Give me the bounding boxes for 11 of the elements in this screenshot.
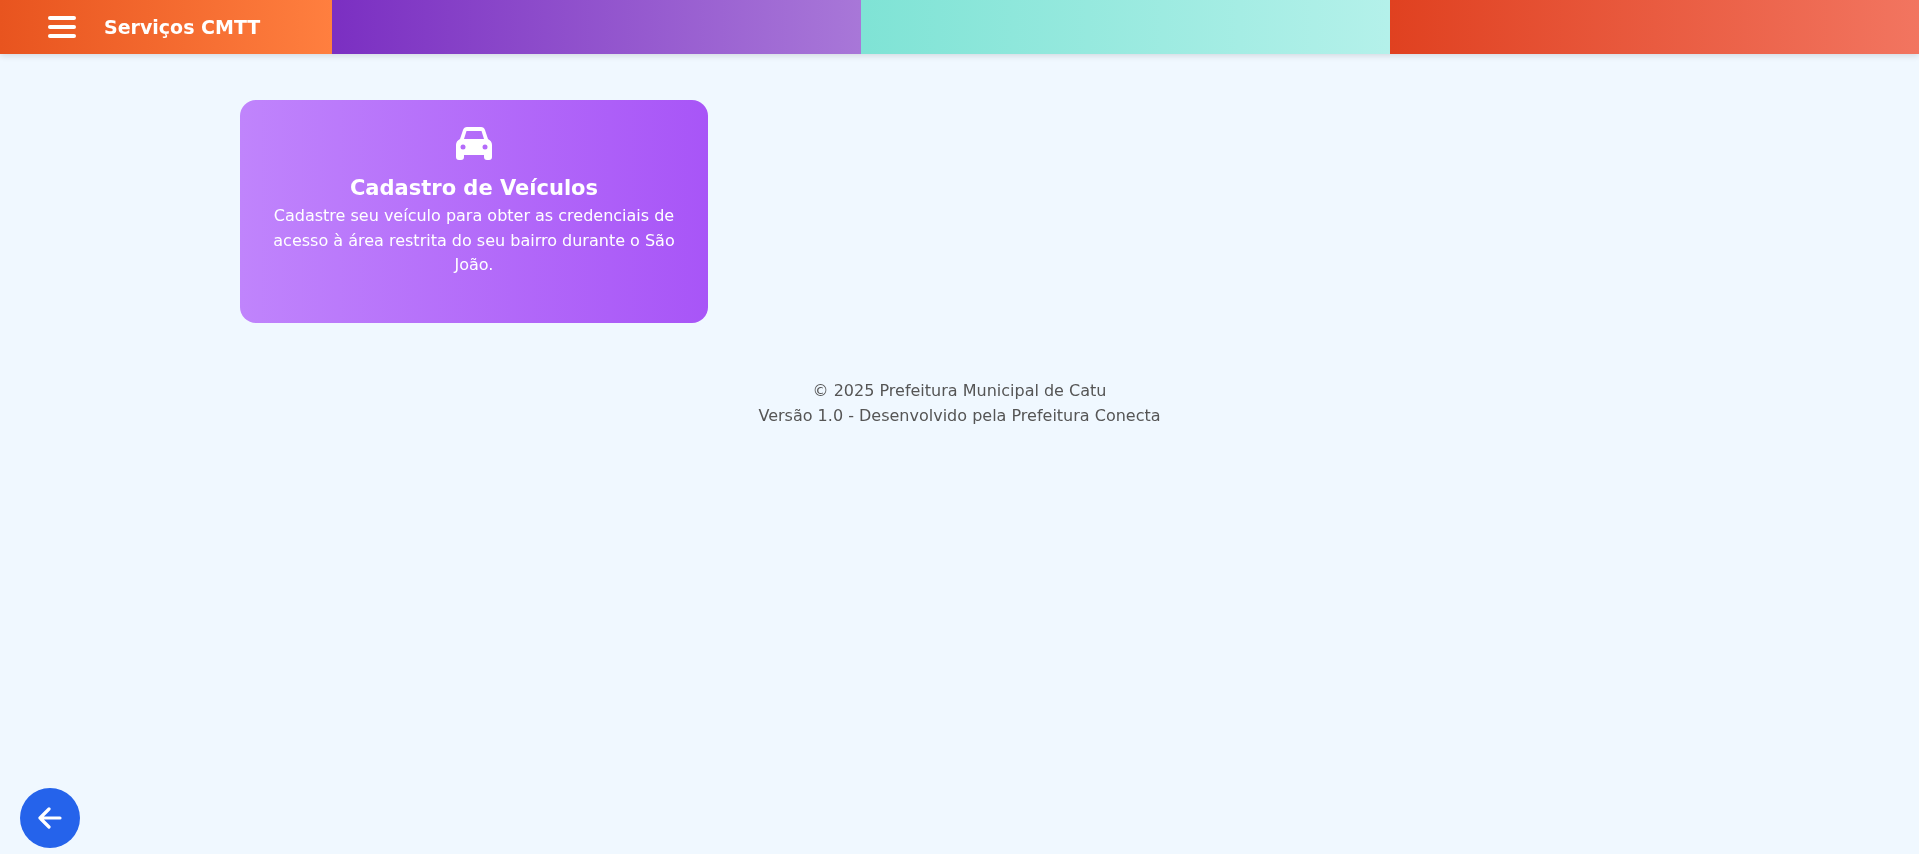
menu-icon <box>48 15 76 39</box>
card-title: Cadastro de Veículos <box>349 176 599 200</box>
car-icon <box>454 126 494 162</box>
back-button[interactable] <box>20 788 80 848</box>
service-card[interactable]: Cadastro de Veículos Cadastre seu veículo para obter as credenciais de acesso à área restrita do seu bairro durante o São João. <box>240 100 708 323</box>
menu-button[interactable] <box>48 15 76 39</box>
footer-text: Versão 1.0 - Desenvolvido pela Prefeitura Conecta <box>758 404 1161 427</box>
footer-text: © 2025 Prefeitura Municipal de Catu <box>812 380 1107 402</box>
back-arrow-icon <box>38 807 62 829</box>
app-title: Serviços CMTT <box>104 16 261 38</box>
card-description: Cadastre seu veículo para obter as credenciais de acesso à área restrita do seu bairro durante o São João. <box>272 205 676 276</box>
